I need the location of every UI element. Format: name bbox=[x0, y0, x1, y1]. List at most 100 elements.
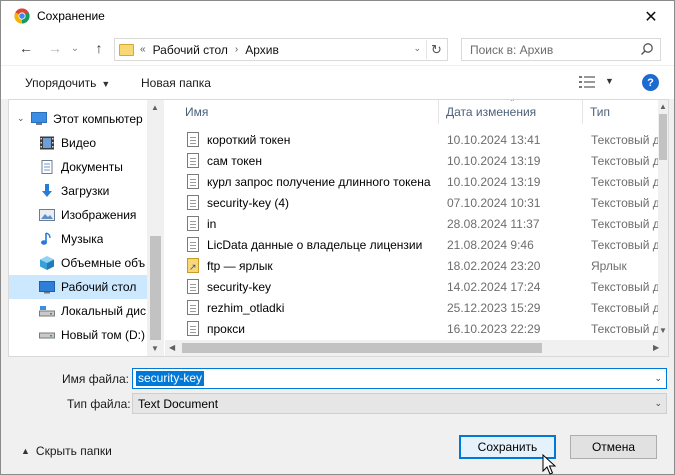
sidebar-item-label: Документы bbox=[61, 160, 123, 174]
filetype-value: Text Document bbox=[138, 397, 219, 411]
sidebar-item-label: Видео bbox=[61, 136, 97, 150]
column-name[interactable]: Имя bbox=[185, 105, 208, 119]
sidebar-item-videos[interactable]: Видео bbox=[9, 131, 147, 155]
breadcrumb-separator-icon[interactable]: › bbox=[235, 44, 238, 55]
mouse-cursor-icon bbox=[542, 454, 557, 475]
column-divider[interactable] bbox=[582, 100, 583, 124]
scroll-down-icon[interactable]: ▼ bbox=[151, 344, 159, 353]
cancel-button[interactable]: Отмена bbox=[570, 435, 657, 459]
file-name: security-key bbox=[207, 280, 272, 294]
sidebar-scrollbar[interactable]: ▲ ▼ bbox=[147, 100, 164, 356]
desktop-icon bbox=[39, 281, 55, 294]
table-row[interactable]: rezhim_otladki 25.12.2023 15:29 Текстовый … bbox=[165, 297, 660, 318]
table-row[interactable]: in 28.08.2024 11:37 Текстовый д bbox=[165, 213, 660, 234]
search-placeholder: Поиск в: Архив bbox=[470, 43, 554, 57]
table-row[interactable]: ftp — ярлык 18.02.2024 23:20 Ярлык bbox=[165, 255, 658, 276]
downloads-icon bbox=[42, 184, 52, 197]
table-row[interactable]: прокси 16.10.2023 22:29 Текстовый д bbox=[165, 318, 660, 339]
recent-locations-button[interactable]: ⌄ bbox=[69, 39, 81, 57]
sidebar-item-local-disk[interactable]: Локальный дис bbox=[9, 299, 147, 323]
caret-up-icon: ▲ bbox=[21, 446, 30, 456]
scroll-left-icon[interactable]: ◀ bbox=[169, 343, 175, 352]
column-divider[interactable] bbox=[438, 100, 439, 124]
file-type: Текстовый д bbox=[591, 301, 660, 315]
shortcut-icon bbox=[187, 258, 199, 273]
scroll-up-icon[interactable]: ▲ bbox=[659, 102, 667, 111]
file-list-hscrollbar[interactable]: ◀ ▶ bbox=[165, 340, 668, 356]
table-row[interactable]: короткий токен 10.10.2024 13:41 Текстовый … bbox=[165, 129, 660, 150]
breadcrumb-desktop[interactable]: Рабочий стол bbox=[153, 43, 228, 57]
file-type: Текстовый д bbox=[591, 280, 660, 294]
close-button[interactable]: ✕ bbox=[628, 1, 674, 32]
table-row[interactable]: security-key 14.02.2024 17:24 Текстовый д bbox=[165, 276, 660, 297]
computer-icon bbox=[31, 112, 47, 125]
video-icon bbox=[40, 136, 54, 150]
breadcrumb-archive[interactable]: Архив bbox=[245, 43, 279, 57]
text-file-icon bbox=[187, 237, 199, 252]
navigation-pane: ⌄ Этот компьютер Видео Документы Загрузк… bbox=[9, 100, 164, 356]
address-bar[interactable]: « Рабочий стол › Архив ⌄ ↻ bbox=[114, 38, 448, 61]
chevron-down-icon[interactable]: ⌄ bbox=[654, 373, 662, 384]
view-options-icon[interactable] bbox=[579, 76, 595, 88]
filename-value[interactable]: security-key bbox=[136, 371, 205, 386]
forward-button[interactable]: → bbox=[46, 39, 64, 57]
sidebar-item-documents[interactable]: Документы bbox=[9, 155, 147, 179]
documents-icon bbox=[41, 160, 53, 174]
back-button[interactable]: ← bbox=[17, 39, 35, 57]
help-button[interactable]: ? bbox=[642, 74, 659, 91]
arrow-up-icon: ↑ bbox=[95, 40, 103, 56]
view-dropdown-icon[interactable]: ▼ bbox=[605, 76, 614, 86]
file-date: 16.10.2023 22:29 bbox=[447, 322, 541, 336]
address-dropdown-icon[interactable]: ⌄ bbox=[413, 43, 421, 54]
sidebar-item-downloads[interactable]: Загрузки bbox=[9, 179, 147, 203]
filename-input[interactable]: security-key ⌄ bbox=[132, 368, 667, 389]
column-type[interactable]: Тип bbox=[590, 105, 610, 119]
sidebar-item-pictures[interactable]: Изображения bbox=[9, 203, 147, 227]
scroll-up-icon[interactable]: ▲ bbox=[151, 103, 159, 112]
breadcrumb-overflow[interactable]: « bbox=[140, 44, 146, 55]
sidebar-item-new-volume-d[interactable]: Новый том (D:) bbox=[9, 323, 147, 347]
chevron-down-icon: ⌄ bbox=[70, 42, 80, 54]
sidebar-item-3d-objects[interactable]: Объемные объ bbox=[9, 251, 147, 275]
sidebar-item-label: Музыка bbox=[61, 232, 104, 246]
column-date-modified[interactable]: Дата изменения bbox=[446, 105, 536, 119]
file-type: Текстовый д bbox=[591, 322, 660, 336]
vscroll-thumb[interactable] bbox=[659, 114, 667, 160]
filetype-select[interactable]: Text Document ⌄ bbox=[132, 393, 667, 414]
sidebar-item-label: Загрузки bbox=[61, 184, 110, 198]
table-row[interactable]: LicData данные о владельце лицензии 21.08… bbox=[165, 234, 660, 255]
sidebar-item-desktop[interactable]: Рабочий стол bbox=[9, 275, 147, 299]
organize-button[interactable]: Упорядочить ▼ bbox=[25, 76, 110, 90]
file-type: Текстовый д bbox=[591, 196, 660, 210]
table-row[interactable]: курл запрос получение длинного токена 10.… bbox=[165, 171, 660, 192]
scroll-down-icon[interactable]: ▼ bbox=[659, 326, 667, 335]
3d-objects-icon bbox=[40, 256, 54, 270]
text-file-icon bbox=[187, 279, 199, 294]
hscroll-thumb[interactable] bbox=[182, 343, 542, 353]
browser-pane: ⌄ Этот компьютер Видео Документы Загрузк… bbox=[8, 99, 669, 357]
file-date: 21.08.2024 9:46 bbox=[447, 238, 534, 252]
chevron-down-icon[interactable]: ⌄ bbox=[654, 398, 662, 409]
search-box[interactable]: Поиск в: Архив bbox=[461, 38, 661, 61]
table-row[interactable]: сам токен 10.10.2024 13:19 Текстовый д bbox=[165, 150, 660, 171]
caret-down-icon: ▼ bbox=[101, 79, 111, 89]
text-file-icon bbox=[187, 321, 199, 336]
sidebar-item-this-pc[interactable]: Этот компьютер bbox=[9, 107, 147, 131]
refresh-icon: ↻ bbox=[431, 41, 442, 57]
file-list-vscrollbar[interactable]: ▲ ▼ bbox=[658, 100, 668, 340]
scroll-right-icon[interactable]: ▶ bbox=[653, 343, 659, 352]
text-file-icon bbox=[187, 153, 199, 168]
sidebar-item-label: Изображения bbox=[61, 208, 137, 222]
close-icon: ✕ bbox=[644, 8, 658, 26]
new-folder-button[interactable]: Новая папка bbox=[141, 76, 211, 90]
table-row[interactable]: security-key (4) 07.10.2024 10:31 Текстовы… bbox=[165, 192, 660, 213]
refresh-button[interactable]: ↻ bbox=[426, 40, 446, 59]
file-type: Текстовый д bbox=[591, 175, 660, 189]
up-button[interactable]: ↑ bbox=[90, 39, 108, 57]
sidebar-item-label: Новый том (D:) bbox=[61, 328, 145, 342]
sidebar-item-music[interactable]: Музыка bbox=[9, 227, 147, 251]
sidebar-scroll-thumb[interactable] bbox=[150, 236, 161, 340]
file-type: Ярлык bbox=[591, 259, 627, 273]
file-list: Имя ⌃ Дата изменения Тип короткий токен 1… bbox=[165, 100, 668, 356]
hide-folders-button[interactable]: ▲ Скрыть папки bbox=[21, 444, 112, 458]
